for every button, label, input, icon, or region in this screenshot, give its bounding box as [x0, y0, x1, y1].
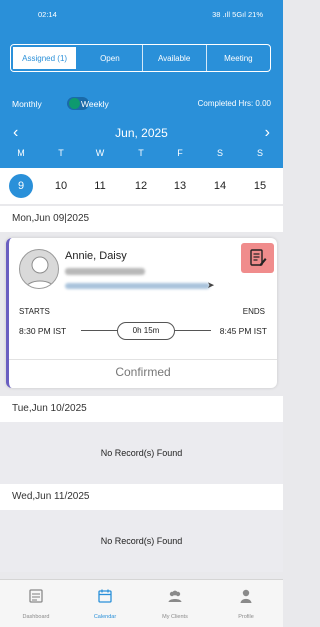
assignment-tabs: Assigned (1) Open Available Meeting — [10, 44, 271, 72]
weekday-label: F — [177, 148, 183, 158]
bottom-navigation: Dashboard Calendar My Clients Profile — [0, 579, 283, 627]
date-cell-selected[interactable]: 9 — [9, 174, 33, 198]
nav-label: Dashboard — [22, 614, 50, 620]
completed-hours: Completed Hrs: 0.00 — [197, 99, 271, 108]
dashboard-icon — [29, 589, 43, 603]
notes-button[interactable] — [241, 243, 274, 273]
nav-calendar[interactable]: Calendar — [77, 588, 133, 620]
redacted-address — [65, 268, 145, 275]
nav-label: Profile — [238, 614, 254, 620]
week-date-strip: 9 10 11 12 13 14 15 — [0, 168, 283, 204]
date-cell[interactable]: 15 — [248, 174, 272, 198]
view-toggle-row: Monthly Weekly Completed Hrs: 0.00 — [12, 97, 272, 111]
status-bar: 02:14 38 .ıll 5Gıl 21% — [0, 8, 283, 22]
weekday-label: W — [95, 148, 105, 158]
weekday-label: T — [58, 148, 64, 158]
day-header: Wed,Jun 11/2025 — [0, 484, 283, 510]
start-time: 8:30 PM IST — [19, 326, 67, 336]
day-header: Tue,Jun 10/2025 — [0, 396, 283, 422]
appointment-card[interactable]: Annie, Daisy ➤ STARTS ENDS 8:30 PM IST 0… — [6, 238, 277, 388]
date-cell[interactable]: 11 — [88, 174, 112, 198]
location-pin-icon: ➤ — [207, 280, 215, 290]
toggle-knob — [69, 98, 80, 109]
date-cell[interactable]: 12 — [129, 174, 153, 198]
duration-pill: 0h 15m — [117, 322, 175, 340]
chevron-right-icon[interactable]: › — [265, 124, 270, 142]
profile-icon — [240, 589, 252, 603]
nav-dashboard[interactable]: Dashboard — [8, 588, 64, 620]
date-cell[interactable]: 13 — [168, 174, 192, 198]
ends-label: ENDS — [242, 307, 265, 316]
empty-state: No Record(s) Found — [0, 422, 283, 484]
nav-my-clients[interactable]: My Clients — [147, 588, 203, 620]
end-time: 8:45 PM IST — [219, 326, 267, 336]
app-header: 02:14 38 .ıll 5Gıl 21% Assigned (1) Open… — [0, 0, 283, 168]
card-divider — [9, 359, 277, 360]
appointment-status: Confirmed — [115, 365, 171, 379]
person-placeholder-icon — [25, 256, 55, 288]
day-header: Mon,Jun 09|2025 — [0, 206, 283, 232]
notes-edit-icon — [249, 249, 266, 266]
month-label: Jun, 2025 — [115, 126, 168, 140]
monthly-label: Monthly — [12, 99, 42, 109]
client-name: Annie, Daisy — [65, 250, 127, 262]
weekday-label: M — [17, 148, 25, 158]
tab-meeting[interactable]: Meeting — [207, 45, 270, 71]
tab-available[interactable]: Available — [143, 45, 207, 71]
date-cell[interactable]: 14 — [208, 174, 232, 198]
weekday-header: M T W T F S S — [0, 148, 283, 160]
status-time: 02:14 — [38, 10, 57, 19]
tab-open[interactable]: Open — [78, 45, 143, 71]
weekday-label: S — [256, 148, 264, 158]
calendar-icon — [98, 589, 112, 603]
nav-label: My Clients — [162, 614, 188, 620]
status-indicators: 38 .ıll 5Gıl 21% — [212, 10, 263, 19]
weekday-label: S — [216, 148, 224, 158]
tab-assigned[interactable]: Assigned (1) — [11, 45, 79, 71]
starts-label: STARTS — [19, 307, 50, 316]
date-cell[interactable]: 10 — [49, 174, 73, 198]
weekday-label: T — [138, 148, 144, 158]
redacted-location-link — [65, 283, 210, 289]
empty-state: No Record(s) Found — [0, 510, 283, 572]
avatar — [19, 249, 59, 289]
month-navigator: ‹ Jun, 2025 › — [0, 124, 283, 142]
nav-label: Calendar — [93, 614, 117, 620]
clients-icon — [168, 590, 182, 602]
nav-profile[interactable]: Profile — [218, 588, 274, 620]
weekly-label: Weekly — [81, 99, 109, 109]
